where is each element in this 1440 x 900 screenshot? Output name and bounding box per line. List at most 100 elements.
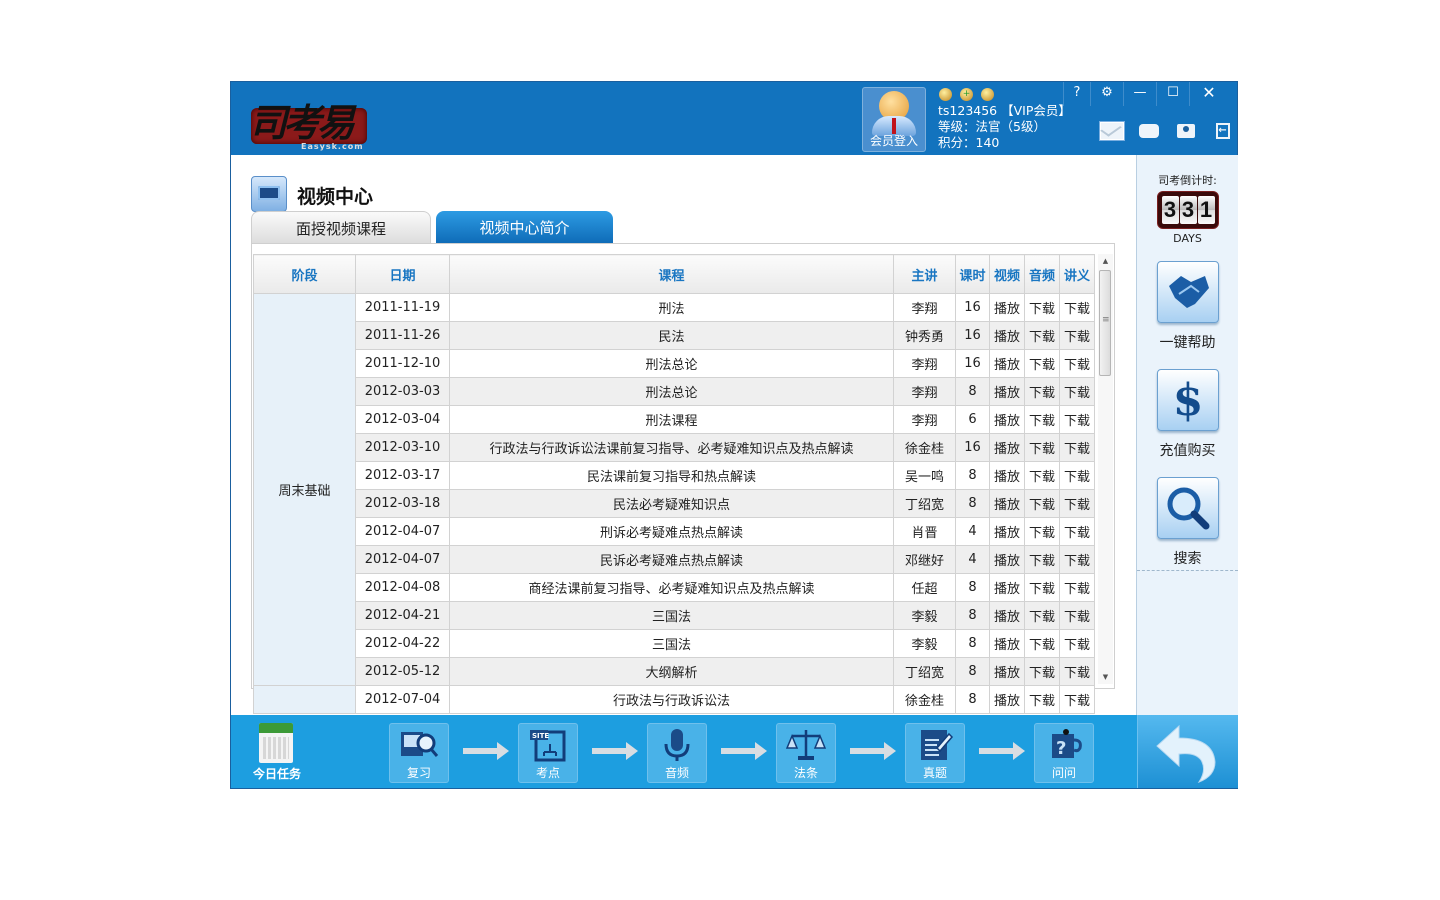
scroll-down-arrow-icon[interactable]: ▼: [1098, 670, 1113, 684]
step-keypoints-button[interactable]: SITE 考点: [518, 723, 578, 783]
download-audio-link[interactable]: 下载: [1024, 573, 1060, 602]
download-audio-link[interactable]: 下载: [1024, 405, 1060, 434]
table-row[interactable]: 2011-12-10 刑法总论 李翔 16 播放 下载 下载: [254, 349, 1095, 378]
download-notes-link[interactable]: 下载: [1059, 573, 1095, 602]
table-row[interactable]: 2012-03-17 民法课前复习指导和热点解读 吴一鸣 8 播放 下载 下载: [254, 461, 1095, 490]
arrow-right-icon: [721, 742, 767, 760]
mail-button[interactable]: [1093, 119, 1130, 143]
download-audio-link[interactable]: 下载: [1024, 517, 1060, 546]
settings-button[interactable]: ⚙: [1090, 82, 1123, 106]
play-video-link[interactable]: 播放: [989, 461, 1025, 490]
play-video-link[interactable]: 播放: [989, 629, 1025, 658]
table-row[interactable]: 周末基础 2011-11-19 刑法 李翔 16 播放 下载 下载: [253, 293, 1095, 686]
download-notes-link[interactable]: 下载: [1059, 461, 1095, 490]
close-button[interactable]: ✕: [1189, 82, 1228, 106]
play-video-link[interactable]: 播放: [989, 601, 1025, 630]
download-audio-link[interactable]: 下载: [1024, 293, 1060, 322]
column-header-date[interactable]: 日期: [355, 254, 450, 294]
table-row[interactable]: 2011-11-26 民法 钟秀勇 16 播放 下载 下载: [254, 321, 1095, 350]
table-row[interactable]: 2012-04-22 三国法 李毅 8 播放 下载 下载: [254, 629, 1095, 658]
play-video-link[interactable]: 播放: [989, 433, 1025, 462]
column-header-audio[interactable]: 音频: [1024, 254, 1060, 294]
app-window: 司考易 Easysk.com 会员登入 + ts123456 【VIP会员】 等…: [230, 81, 1238, 789]
column-header-hours[interactable]: 课时: [955, 254, 990, 294]
play-video-link[interactable]: 播放: [989, 349, 1025, 378]
column-header-course[interactable]: 课程: [449, 254, 894, 294]
download-audio-link[interactable]: 下载: [1024, 461, 1060, 490]
table-row[interactable]: 2012-04-21 三国法 李毅 8 播放 下载 下载: [254, 601, 1095, 630]
play-video-link[interactable]: 播放: [989, 377, 1025, 406]
table-row[interactable]: 2012-04-07 刑诉必考疑难点热点解读 肖晋 4 播放 下载 下载: [254, 517, 1095, 546]
vertical-scrollbar[interactable]: ▲ ▼: [1098, 254, 1113, 684]
help-one-click-button[interactable]: [1157, 261, 1219, 323]
step-past-exams-button[interactable]: 真题: [905, 723, 965, 783]
course-cell: 行政法与行政诉讼法: [449, 685, 894, 714]
column-header-lecturer[interactable]: 主讲: [893, 254, 956, 294]
table-row[interactable]: 2012-04-08 商经法课前复习指导、必考疑难知识点及热点解读 任超 8 播放 下载下…: [254, 573, 1095, 602]
contacts-button[interactable]: [1167, 119, 1204, 143]
step-review-button[interactable]: 复习: [389, 723, 449, 783]
column-header-stage[interactable]: 阶段: [253, 254, 356, 294]
column-header-notes[interactable]: 讲义: [1059, 254, 1095, 294]
search-button[interactable]: [1157, 477, 1219, 539]
download-audio-link[interactable]: 下载: [1024, 321, 1060, 350]
download-notes-link[interactable]: 下载: [1059, 433, 1095, 462]
play-video-link[interactable]: 播放: [989, 657, 1025, 686]
download-audio-link[interactable]: 下载: [1024, 433, 1060, 462]
download-audio-link[interactable]: 下载: [1024, 629, 1060, 658]
download-notes-link[interactable]: 下载: [1059, 545, 1095, 574]
tab-face-to-face-courses[interactable]: 面授视频课程: [251, 211, 431, 244]
minimize-button[interactable]: —: [1123, 82, 1156, 106]
download-notes-link[interactable]: 下载: [1059, 377, 1095, 406]
step-ask-button[interactable]: ? 问问: [1034, 723, 1094, 783]
play-video-link[interactable]: 播放: [989, 405, 1025, 434]
logout-button[interactable]: ←: [1204, 119, 1241, 143]
column-header-video[interactable]: 视频: [989, 254, 1025, 294]
today-tasks-button[interactable]: 今日任务: [251, 721, 311, 781]
play-video-link[interactable]: 播放: [989, 685, 1025, 714]
table-row[interactable]: 2012-03-18 民法必考疑难知识点 丁绍宽 8 播放 下载 下载: [254, 489, 1095, 518]
download-audio-link[interactable]: 下载: [1024, 601, 1060, 630]
download-notes-link[interactable]: 下载: [1059, 601, 1095, 630]
download-notes-link[interactable]: 下载: [1059, 293, 1095, 322]
table-row[interactable]: 2012-05-12 大纲解析 丁绍宽 8 播放 下载 下载: [254, 657, 1095, 686]
step-statutes-button[interactable]: 法条: [776, 723, 836, 783]
play-video-link[interactable]: 播放: [989, 517, 1025, 546]
download-notes-link[interactable]: 下载: [1059, 517, 1095, 546]
table-row[interactable]: 2012-04-07 民诉必考疑难点热点解读 邓继好 4 播放 下载 下载: [254, 545, 1095, 574]
chat-button[interactable]: [1130, 119, 1167, 143]
download-notes-link[interactable]: 下载: [1059, 349, 1095, 378]
member-login-label: 会员登入: [869, 134, 918, 148]
play-video-link[interactable]: 播放: [989, 321, 1025, 350]
play-video-link[interactable]: 播放: [989, 489, 1025, 518]
maximize-button[interactable]: ☐: [1156, 82, 1189, 106]
tab-video-center-intro[interactable]: 视频中心简介: [436, 211, 613, 243]
table-row[interactable]: 2012-03-10 行政法与行政诉讼法课前复习指导、必考疑难知识点及热点解读 徐金…: [254, 433, 1095, 462]
download-audio-link[interactable]: 下载: [1024, 349, 1060, 378]
download-notes-link[interactable]: 下载: [1059, 489, 1095, 518]
play-video-link[interactable]: 播放: [989, 293, 1025, 322]
member-login-button[interactable]: 会员登入: [862, 87, 926, 152]
table-row[interactable]: 2012-07-04 行政法与行政诉讼法 徐金桂 8 播放 下载 下载: [253, 685, 1095, 714]
download-notes-link[interactable]: 下载: [1059, 321, 1095, 350]
table-row[interactable]: 2012-03-03 刑法总论 李翔 8 播放 下载 下载: [254, 377, 1095, 406]
download-notes-link[interactable]: 下载: [1059, 685, 1095, 714]
scrollbar-thumb[interactable]: [1099, 270, 1111, 376]
step-audio-button[interactable]: 音频: [647, 723, 707, 783]
download-notes-link[interactable]: 下载: [1059, 405, 1095, 434]
date-cell: 2011-11-19: [355, 293, 450, 322]
download-audio-link[interactable]: 下载: [1024, 489, 1060, 518]
download-notes-link[interactable]: 下载: [1059, 657, 1095, 686]
download-notes-link[interactable]: 下载: [1059, 629, 1095, 658]
scroll-up-arrow-icon[interactable]: ▲: [1098, 254, 1113, 268]
back-button[interactable]: [1137, 715, 1238, 788]
help-button[interactable]: ?: [1063, 82, 1090, 106]
download-audio-link[interactable]: 下载: [1024, 545, 1060, 574]
download-audio-link[interactable]: 下载: [1024, 377, 1060, 406]
table-row[interactable]: 2012-03-04 刑法课程 李翔 6 播放 下载 下载: [254, 405, 1095, 434]
download-audio-link[interactable]: 下载: [1024, 657, 1060, 686]
play-video-link[interactable]: 播放: [989, 573, 1025, 602]
download-audio-link[interactable]: 下载: [1024, 685, 1060, 714]
play-video-link[interactable]: 播放: [989, 545, 1025, 574]
recharge-buy-button[interactable]: $: [1157, 369, 1219, 431]
